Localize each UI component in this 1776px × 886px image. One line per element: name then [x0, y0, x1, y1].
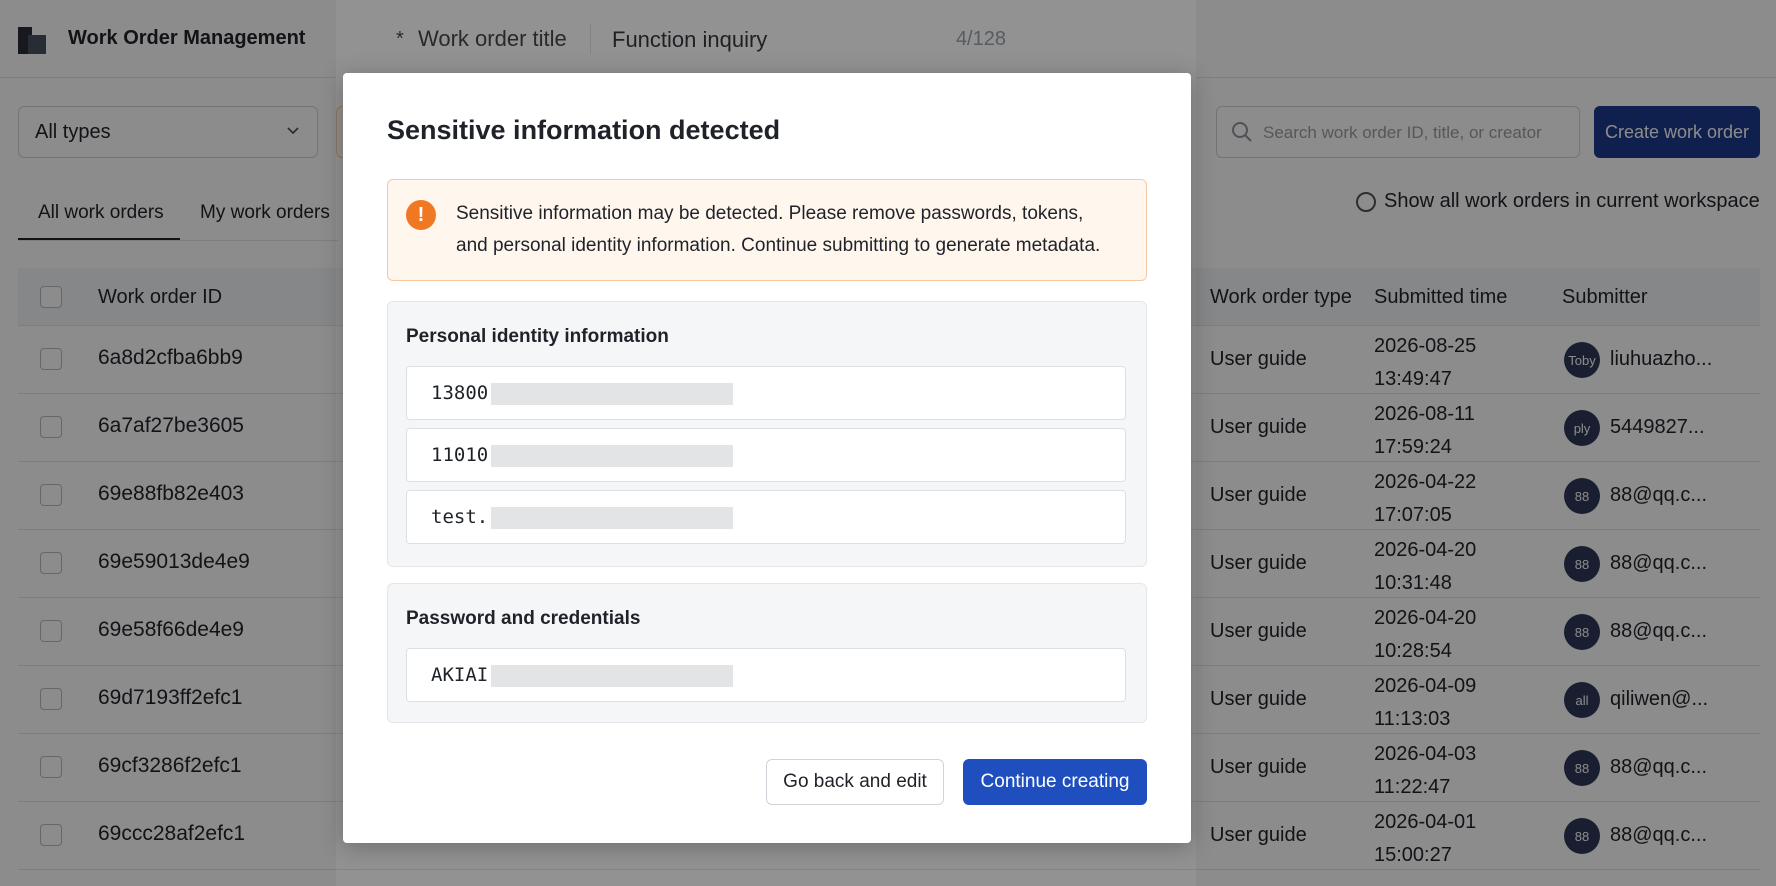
alert-message: Sensitive information may be detected. P…: [456, 203, 1101, 256]
detected-value-field: test.: [406, 490, 1126, 544]
personal-identity-section: Personal identity information 13800 1101…: [387, 301, 1147, 567]
warning-alert: ! Sensitive information may be detected.…: [387, 179, 1147, 281]
detected-value-field: AKIAI: [406, 648, 1126, 702]
continue-creating-button[interactable]: Continue creating: [963, 759, 1147, 805]
redaction-mask: [491, 665, 733, 687]
section-title: Password and credentials: [406, 608, 641, 629]
detected-value: 13800: [431, 382, 489, 404]
detected-value-field: 11010: [406, 428, 1126, 482]
exclamation-icon: !: [406, 200, 436, 230]
dialog-title: Sensitive information detected: [387, 115, 781, 145]
detected-value-field: 13800: [406, 366, 1126, 420]
redaction-mask: [491, 445, 733, 467]
detected-value: AKIAI: [431, 664, 489, 686]
redaction-mask: [491, 383, 733, 405]
credentials-section: Password and credentials AKIAI: [387, 583, 1147, 723]
go-back-and-edit-button[interactable]: Go back and edit: [766, 759, 944, 805]
detected-value: test.: [431, 506, 489, 528]
section-title: Personal identity information: [406, 326, 669, 347]
detected-value: 11010: [431, 444, 489, 466]
sensitive-info-dialog: Sensitive information detected ! Sensiti…: [343, 73, 1191, 843]
redaction-mask: [491, 507, 733, 529]
